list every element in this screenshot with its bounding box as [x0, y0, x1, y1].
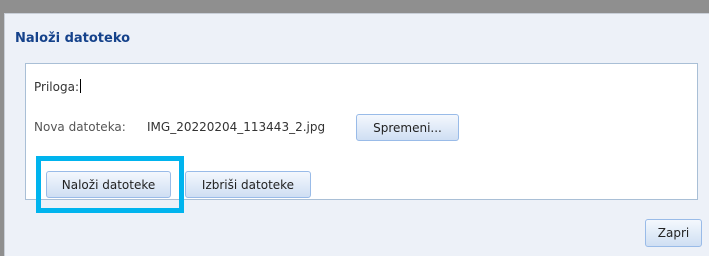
attachment-label: Priloga: — [34, 80, 79, 94]
upload-dialog: Naloži datoteko Priloga: Nova datoteka: … — [4, 13, 709, 256]
selected-file-name: IMG_20220204_113443_2.jpg — [147, 120, 326, 134]
attachment-label-row: Priloga: — [34, 79, 81, 94]
upload-panel: Priloga: Nova datoteka: IMG_20220204_113… — [25, 63, 698, 213]
dialog-title: Naloži datoteko — [15, 31, 131, 46]
change-file-button[interactable]: Spremeni... — [356, 114, 459, 141]
close-button[interactable]: Zapri — [645, 219, 702, 247]
upload-files-button[interactable]: Naloži datoteke — [46, 171, 171, 198]
text-caret — [79, 79, 81, 93]
delete-files-button[interactable]: Izbriši datoteke — [185, 171, 311, 198]
new-file-label: Nova datoteka: — [34, 120, 126, 134]
